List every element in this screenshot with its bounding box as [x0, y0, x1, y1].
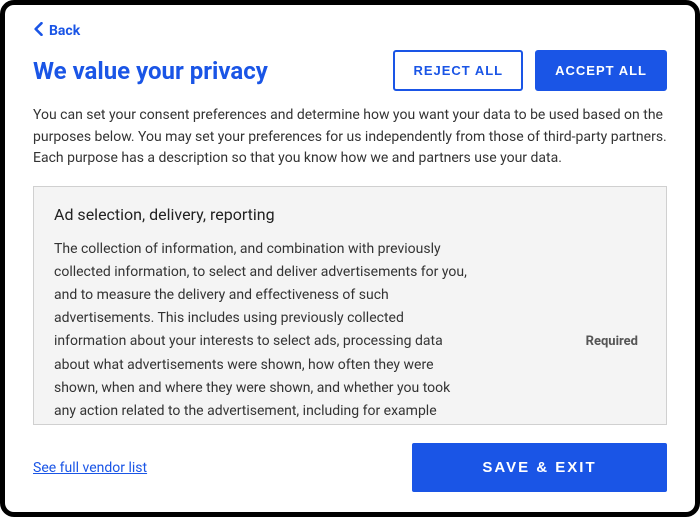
header: We value your privacy REJECT ALL ACCEPT …	[33, 50, 667, 91]
reject-all-button[interactable]: REJECT ALL	[393, 50, 523, 91]
required-badge: Required	[586, 334, 646, 349]
purpose-card: Ad selection, delivery, reporting The co…	[33, 186, 667, 425]
back-button[interactable]: Back	[33, 22, 80, 40]
chevron-left-icon	[33, 22, 43, 40]
intro-text: You can set your consent preferences and…	[33, 105, 667, 170]
header-button-group: REJECT ALL ACCEPT ALL	[393, 50, 667, 91]
save-exit-button[interactable]: SAVE & EXIT	[412, 443, 667, 492]
back-label: Back	[49, 23, 80, 39]
page-title: We value your privacy	[33, 57, 268, 85]
accept-all-button[interactable]: ACCEPT ALL	[535, 50, 667, 91]
vendor-list-link[interactable]: See full vendor list	[33, 460, 147, 476]
footer: See full vendor list SAVE & EXIT	[33, 443, 667, 492]
purpose-description: The collection of information, and combi…	[54, 238, 474, 425]
purpose-title: Ad selection, delivery, reporting	[54, 205, 646, 224]
